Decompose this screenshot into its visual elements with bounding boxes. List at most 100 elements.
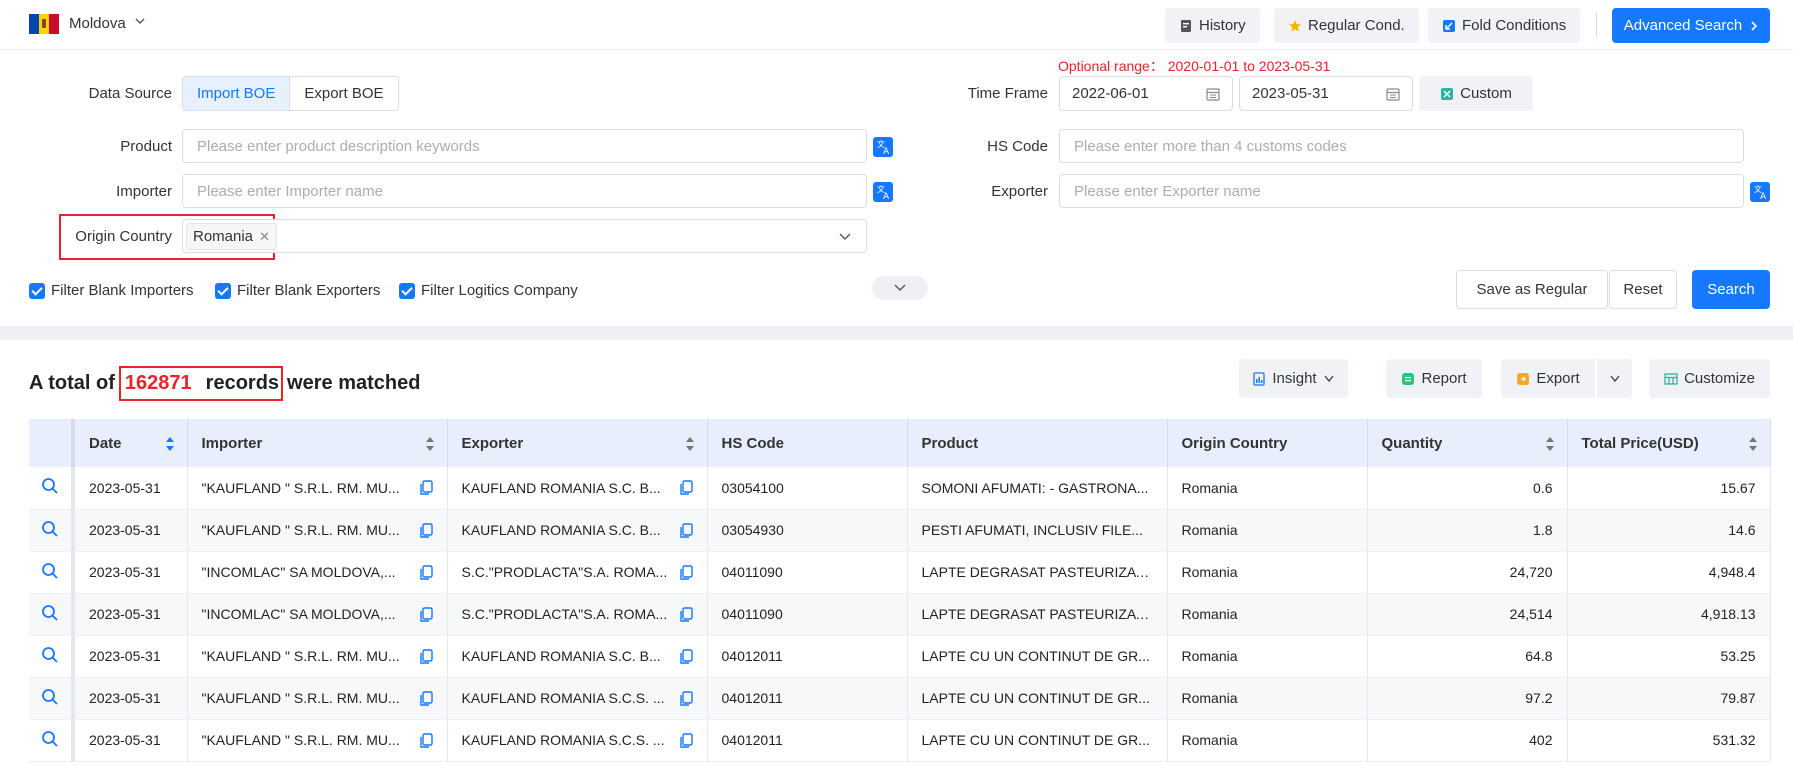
- importer-name[interactable]: "KAUFLAND " S.R.L. RM. MU...: [202, 522, 400, 538]
- exporter-input[interactable]: Please enter Exporter name: [1059, 174, 1744, 208]
- insight-button[interactable]: Insight: [1239, 359, 1348, 398]
- regular-cond-button[interactable]: Regular Cond.: [1274, 8, 1419, 43]
- header-exporter[interactable]: Exporter: [447, 419, 708, 467]
- filter-blank-importers-checkbox[interactable]: Filter Blank Importers: [29, 282, 194, 299]
- importer-name[interactable]: "KAUFLAND " S.R.L. RM. MU...: [202, 690, 400, 706]
- copy-icon[interactable]: [419, 606, 433, 622]
- copy-icon[interactable]: [419, 522, 433, 538]
- import-boe-option[interactable]: Import BOE: [183, 77, 291, 110]
- date-to-input[interactable]: 2023-05-31: [1239, 76, 1413, 111]
- importer-name[interactable]: "INCOMLAC" SA MOLDOVA,...: [202, 606, 396, 622]
- row-detail-cell[interactable]: [29, 719, 75, 762]
- copy-icon[interactable]: [419, 690, 433, 706]
- export-boe-option[interactable]: Export BOE: [290, 77, 398, 110]
- chevron-down-icon: [1324, 375, 1334, 382]
- header-quantity[interactable]: Quantity: [1367, 419, 1568, 467]
- magnifier-icon[interactable]: [41, 730, 59, 748]
- origin-country-tag: Romania ✕: [186, 223, 277, 250]
- hs-code-input[interactable]: Please enter more than 4 customs codes: [1059, 129, 1744, 163]
- exporter-name[interactable]: KAUFLAND ROMANIA S.C. B...: [462, 480, 661, 496]
- filter-logistics-company-checkbox[interactable]: Filter Logitics Company: [399, 282, 578, 299]
- copy-icon[interactable]: [419, 564, 433, 580]
- row-detail-cell[interactable]: [29, 677, 75, 720]
- magnifier-icon[interactable]: [41, 646, 59, 664]
- table-row[interactable]: 2023-05-31 "INCOMLAC" SA MOLDOVA,... S.C."…: [29, 593, 1771, 636]
- fold-conditions-button[interactable]: Fold Conditions: [1428, 8, 1581, 43]
- export-button[interactable]: Export: [1501, 359, 1595, 398]
- copy-icon[interactable]: [679, 522, 693, 538]
- exporter-name[interactable]: KAUFLAND ROMANIA S.C.S. ...: [462, 732, 665, 748]
- magnifier-icon[interactable]: [41, 688, 59, 706]
- origin-country-select[interactable]: [182, 219, 867, 253]
- copy-icon[interactable]: [419, 480, 433, 495]
- copy-icon[interactable]: [679, 690, 693, 706]
- exporter-name[interactable]: KAUFLAND ROMANIA S.C. B...: [462, 522, 661, 538]
- exporter-name[interactable]: S.C."PRODLACTA"S.A. ROMA...: [462, 564, 668, 580]
- exporter-name[interactable]: S.C."PRODLACTA"S.A. ROMA...: [462, 606, 668, 622]
- translate-icon[interactable]: 文A: [1749, 181, 1771, 203]
- importer-name[interactable]: "INCOMLAC" SA MOLDOVA,...: [202, 564, 396, 580]
- results-suffix: were matched: [287, 372, 421, 394]
- sort-icon[interactable]: [425, 436, 435, 452]
- table-row[interactable]: 2023-05-31 "KAUFLAND " S.R.L. RM. MU... KA…: [29, 509, 1771, 552]
- customize-button[interactable]: Customize: [1649, 359, 1770, 398]
- table-row[interactable]: 2023-05-31 "INCOMLAC" SA MOLDOVA,... S.C."…: [29, 551, 1771, 594]
- row-detail-cell[interactable]: [29, 509, 75, 552]
- row-detail-cell[interactable]: [29, 467, 75, 510]
- hs-code-cell: 04012011: [707, 635, 908, 678]
- translate-icon[interactable]: 文A: [872, 136, 894, 158]
- magnifier-icon[interactable]: [41, 477, 59, 495]
- country-selector-label[interactable]: Moldova: [69, 15, 126, 32]
- expand-conditions-toggle[interactable]: [872, 276, 928, 300]
- chevron-down-icon[interactable]: [134, 15, 146, 27]
- row-detail-cell[interactable]: [29, 635, 75, 678]
- magnifier-icon[interactable]: [41, 562, 59, 580]
- translate-icon[interactable]: 文A: [872, 181, 894, 203]
- copy-icon[interactable]: [419, 732, 433, 748]
- date-from-input[interactable]: 2022-06-01: [1059, 76, 1233, 111]
- copy-icon[interactable]: [679, 732, 693, 748]
- importer-cell: "KAUFLAND " S.R.L. RM. MU...: [187, 509, 448, 552]
- row-detail-cell[interactable]: [29, 593, 75, 636]
- exporter-name[interactable]: KAUFLAND ROMANIA S.C. B...: [462, 648, 661, 664]
- sort-icon[interactable]: [685, 436, 695, 452]
- magnifier-icon[interactable]: [41, 604, 59, 622]
- history-button[interactable]: History: [1165, 8, 1260, 43]
- table-row[interactable]: 2023-05-31 "KAUFLAND " S.R.L. RM. MU... KA…: [29, 719, 1771, 762]
- origin-country-cell: Romania: [1167, 467, 1368, 510]
- product-input[interactable]: Please enter product description keyword…: [182, 129, 867, 163]
- advanced-search-button[interactable]: Advanced Search: [1612, 8, 1770, 43]
- sort-icon[interactable]: [1748, 436, 1758, 452]
- copy-icon[interactable]: [419, 648, 433, 664]
- exporter-name[interactable]: KAUFLAND ROMANIA S.C.S. ...: [462, 690, 665, 706]
- header-total-price[interactable]: Total Price(USD): [1567, 419, 1771, 467]
- header-date[interactable]: Date: [73, 419, 188, 467]
- chevron-down-icon[interactable]: [838, 231, 852, 243]
- importer-name[interactable]: "KAUFLAND " S.R.L. RM. MU...: [202, 732, 400, 748]
- importer-input[interactable]: Please enter Importer name: [182, 174, 867, 208]
- header-label: Exporter: [461, 434, 524, 452]
- close-icon[interactable]: ✕: [259, 229, 270, 245]
- copy-icon[interactable]: [679, 606, 693, 622]
- copy-icon[interactable]: [679, 480, 693, 495]
- table-row[interactable]: 2023-05-31 "KAUFLAND " S.R.L. RM. MU... KA…: [29, 635, 1771, 678]
- table-row[interactable]: 2023-05-31 "KAUFLAND " S.R.L. RM. MU... KA…: [29, 467, 1771, 510]
- importer-name[interactable]: "KAUFLAND " S.R.L. RM. MU...: [202, 480, 400, 496]
- save-as-regular-button[interactable]: Save as Regular: [1456, 270, 1608, 309]
- table-row[interactable]: 2023-05-31 "KAUFLAND " S.R.L. RM. MU... KA…: [29, 677, 1771, 720]
- search-button[interactable]: Search: [1692, 270, 1770, 309]
- importer-name[interactable]: "KAUFLAND " S.R.L. RM. MU...: [202, 648, 400, 664]
- magnifier-icon[interactable]: [41, 520, 59, 538]
- header-importer[interactable]: Importer: [187, 419, 448, 467]
- reset-button[interactable]: Reset: [1609, 270, 1677, 309]
- custom-range-button[interactable]: Custom: [1419, 76, 1533, 111]
- sort-icon[interactable]: [165, 436, 175, 452]
- report-button[interactable]: Report: [1386, 359, 1482, 398]
- sort-icon[interactable]: [1545, 436, 1555, 452]
- row-detail-cell[interactable]: [29, 551, 75, 594]
- copy-icon[interactable]: [679, 648, 693, 664]
- copy-icon[interactable]: [679, 564, 693, 580]
- header-label: Quantity: [1381, 434, 1443, 452]
- export-dropdown-button[interactable]: [1597, 359, 1632, 398]
- filter-blank-exporters-checkbox[interactable]: Filter Blank Exporters: [215, 282, 380, 299]
